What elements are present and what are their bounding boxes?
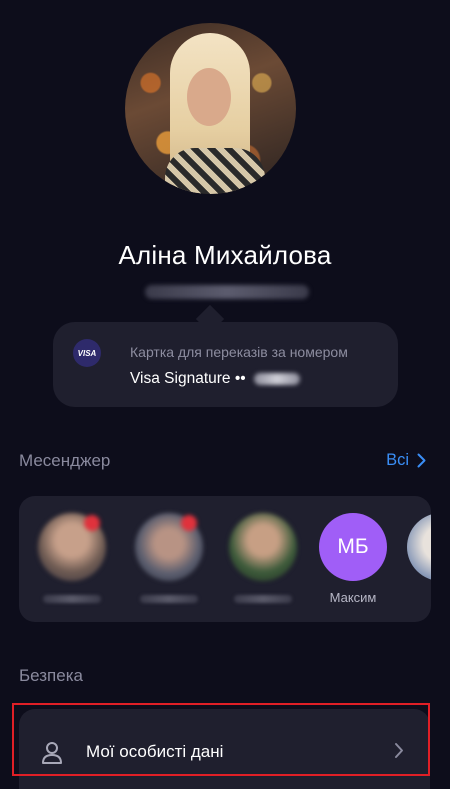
contact-initials-avatar: МБ [319, 513, 387, 581]
card-number-text: Visa Signature •• [130, 370, 246, 387]
card-number: Visa Signature •• [130, 370, 301, 388]
messenger-all-link[interactable]: Всі [386, 451, 426, 470]
transfer-card[interactable]: VISA Картка для переказів за номером Vis… [53, 322, 398, 407]
avatar-dress [165, 148, 265, 194]
contact-avatar [229, 513, 297, 581]
contact-avatar [407, 513, 431, 581]
contact-avatar [135, 513, 203, 581]
notification-badge [84, 515, 100, 531]
security-section-title: Безпека [19, 666, 83, 685]
profile-avatar[interactable] [125, 23, 296, 194]
contact-name: М [397, 590, 431, 605]
card-title: Картка для переказів за номером [130, 344, 348, 360]
all-link-label: Всі [386, 451, 409, 469]
contact-name-redacted [140, 595, 198, 603]
contact-avatar [38, 513, 106, 581]
messenger-contacts-panel: МБ Максим М [19, 496, 431, 622]
profile-name: Аліна Михайлова [118, 240, 332, 270]
contact-item[interactable]: МБ Максим [309, 513, 397, 605]
highlight-box [12, 703, 430, 776]
contact-name-redacted [43, 595, 101, 603]
contact-name-redacted [234, 595, 292, 603]
avatar-face [187, 68, 231, 126]
notification-badge [181, 515, 197, 531]
messenger-section-title: Месенджер [19, 451, 111, 470]
contact-item[interactable] [219, 513, 307, 603]
contact-item[interactable] [125, 513, 213, 603]
contact-item[interactable]: М [397, 513, 431, 605]
visa-logo: VISA [73, 339, 101, 367]
contact-name: Максим [329, 590, 377, 605]
profile-phone-redacted [145, 285, 309, 299]
chevron-right-icon [417, 453, 426, 468]
card-number-redacted [254, 372, 301, 385]
contact-item[interactable] [28, 513, 116, 603]
